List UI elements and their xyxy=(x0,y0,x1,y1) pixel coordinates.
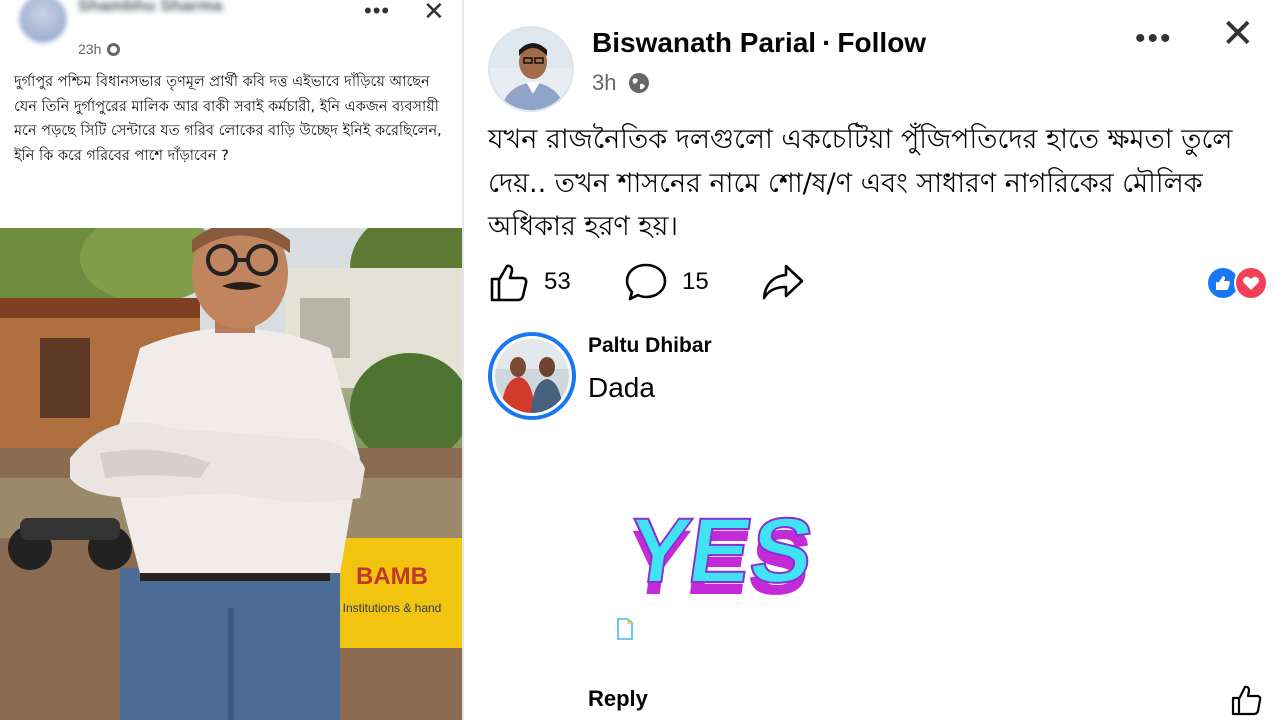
comment-like-icon[interactable] xyxy=(1230,684,1264,716)
left-post-text: দুর্গাপুর পশ্চিম বিধানসভার তৃণমূল প্রার্… xyxy=(14,74,442,164)
post-photo-scene: BAMB Institutions & hand xyxy=(0,228,462,720)
author-avatar-image xyxy=(490,28,572,110)
comment-button[interactable]: 15 xyxy=(624,262,709,302)
commenter-avatar-image xyxy=(495,339,569,413)
left-author-avatar[interactable] xyxy=(18,0,68,44)
commenter-avatar[interactable] xyxy=(488,332,576,420)
post-meta: 3h xyxy=(592,70,650,96)
love-reaction-icon xyxy=(1234,266,1268,300)
shop-sign-subtext: Institutions & hand xyxy=(343,601,442,615)
comment-text: Dada xyxy=(588,372,655,403)
post-photo[interactable]: BAMB Institutions & hand xyxy=(0,228,462,720)
file-icon xyxy=(617,618,633,640)
thumbs-up-icon xyxy=(490,264,528,302)
right-post: Biswanath Parial · Follow 3h ••• ✕ যখন রাজ… xyxy=(462,0,1280,720)
follow-button[interactable]: Follow xyxy=(837,27,926,58)
left-post: Shambhu Sharma 23h ••• ✕ দুর্গাপুর পশ্চি… xyxy=(0,0,462,720)
left-post-timestamp[interactable]: 23h xyxy=(78,41,101,57)
left-close-button[interactable]: ✕ xyxy=(423,0,445,27)
shop-sign: BAMB Institutions & hand xyxy=(338,538,462,648)
header-separator: · xyxy=(822,27,832,58)
like-button[interactable]: 53 xyxy=(488,262,571,302)
shop-sign-text: BAMB xyxy=(356,563,428,590)
comment-count: 15 xyxy=(682,268,709,295)
more-options-button[interactable]: ••• xyxy=(1135,22,1173,56)
post-text: যখন রাজনৈতিক দলগুলো একচেটিয়া পুঁজিপতিদে… xyxy=(488,124,1233,242)
globe-icon xyxy=(107,42,121,56)
reaction-summary[interactable] xyxy=(1206,266,1268,300)
left-more-options-button[interactable]: ••• xyxy=(364,0,390,24)
share-icon xyxy=(762,264,804,300)
close-button[interactable]: ✕ xyxy=(1221,14,1255,54)
comment-icon xyxy=(625,263,667,301)
globe-icon xyxy=(629,73,650,93)
like-count: 53 xyxy=(544,268,571,295)
yes-sticker[interactable]: YES YES xyxy=(590,490,840,610)
author-name[interactable]: Biswanath Parial xyxy=(592,27,816,58)
post-actions-bar: 53 15 xyxy=(488,262,1274,308)
commenter-name[interactable]: Paltu Dhibar xyxy=(588,334,712,358)
left-post-meta: 23h xyxy=(78,41,121,57)
post-header-title: Biswanath Parial · Follow xyxy=(592,27,926,59)
post-timestamp[interactable]: 3h xyxy=(592,70,616,96)
reply-button[interactable]: Reply xyxy=(588,686,648,712)
left-author-name[interactable]: Shambhu Sharma xyxy=(78,0,298,16)
share-button[interactable] xyxy=(760,262,806,302)
sticker-text: YES xyxy=(621,498,820,601)
author-avatar[interactable] xyxy=(488,26,574,112)
